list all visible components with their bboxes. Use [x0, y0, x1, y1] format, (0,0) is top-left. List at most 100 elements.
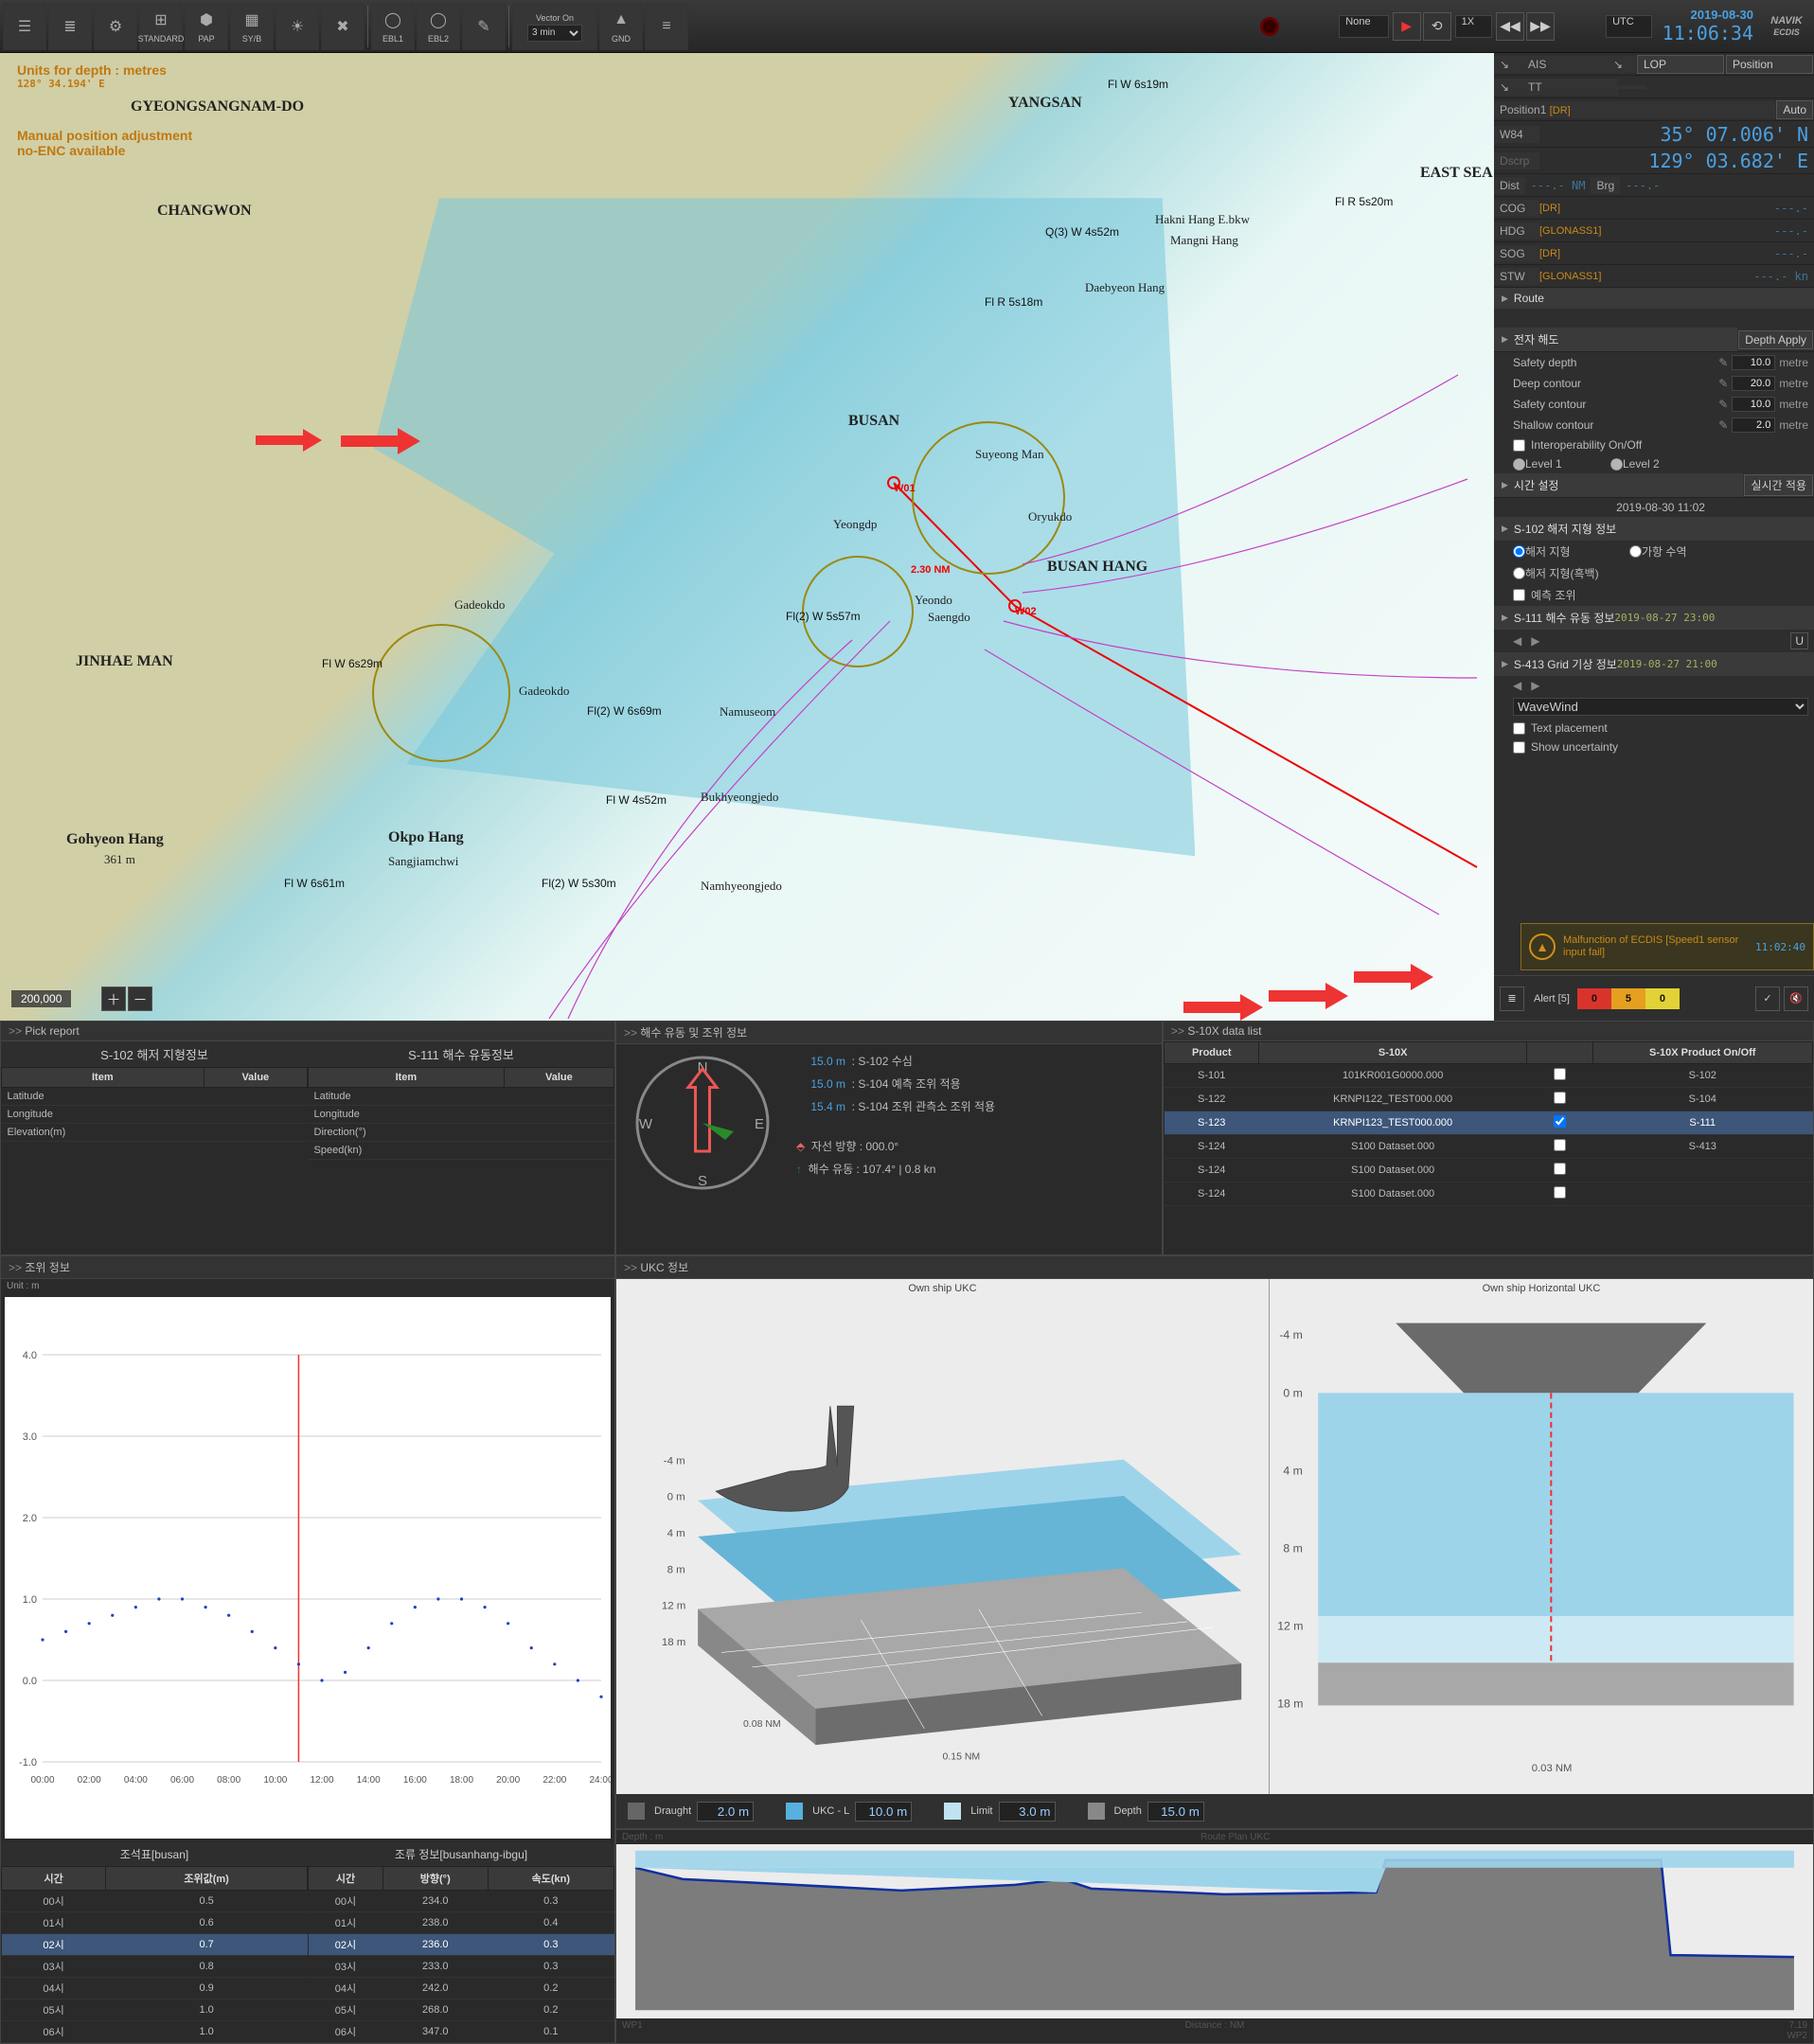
ukc-title: UKC 정보	[616, 1256, 1813, 1279]
uncertainty-checkbox[interactable]	[1513, 741, 1525, 754]
alarm-toast[interactable]: ▲ Malfunction of ECDIS [Speed1 sensor in…	[1521, 923, 1814, 970]
depth-apply-button[interactable]: Depth Apply	[1738, 330, 1813, 349]
list-icon: ≣	[63, 14, 76, 39]
gnd-button[interactable]: ▲GND	[599, 3, 643, 50]
depth-swatch	[1088, 1803, 1105, 1820]
time-text: 11:06:34	[1663, 22, 1753, 44]
s102-opt3[interactable]	[1513, 567, 1525, 579]
svg-text:00:00: 00:00	[30, 1775, 54, 1786]
tz-select[interactable]: UTC	[1606, 15, 1652, 38]
ukcl-input[interactable]	[855, 1802, 912, 1822]
next-button[interactable]: ▶▶	[1526, 12, 1555, 41]
limit-input[interactable]	[999, 1802, 1056, 1822]
svg-text:16:00: 16:00	[403, 1775, 427, 1786]
svg-text:18 m: 18 m	[1277, 1697, 1303, 1710]
realtime-button[interactable]: 실시간 적용	[1744, 474, 1813, 496]
echart-header[interactable]: 전자 해도	[1494, 328, 1737, 351]
shallow-water	[374, 198, 1196, 856]
tide-table-2: 시간방향(°)속도(kn)00시234.00.301시238.00.402시23…	[308, 1866, 614, 2043]
gear-icon: ⚙	[109, 14, 122, 39]
ais-label: AIS	[1522, 56, 1608, 73]
bottom-panels: Pick report S-102 해저 지형정보ItemValueLatitu…	[0, 1021, 1814, 2044]
svg-text:4.0: 4.0	[23, 1350, 37, 1361]
s102-header[interactable]: S-102 해저 지형 정보	[1494, 517, 1814, 541]
draught-input[interactable]	[697, 1802, 754, 1822]
draught-swatch	[628, 1803, 645, 1820]
pap-button[interactable]: ⬢PAP	[185, 3, 228, 50]
s111-u-button[interactable]: U	[1790, 632, 1808, 649]
svg-text:12 m: 12 m	[1277, 1619, 1303, 1632]
flow-title: 해수 유동 및 조위 정보	[616, 1022, 1162, 1044]
layers-button[interactable]: ≡	[645, 3, 688, 50]
loop-button[interactable]: ⟲	[1423, 12, 1451, 41]
svg-text:18:00: 18:00	[450, 1775, 473, 1786]
svg-text:10:00: 10:00	[263, 1775, 287, 1786]
alert-list-button[interactable]: ≣	[1500, 986, 1524, 1011]
prev-button[interactable]: ◀◀	[1496, 12, 1524, 41]
day-button[interactable]: ☀	[276, 3, 319, 50]
layers-icon: ≡	[662, 14, 670, 39]
s111-header[interactable]: S-111 해수 유동 정보2019-08-27 23:00	[1494, 606, 1814, 630]
ebl1-button[interactable]: ◯EBL1	[371, 3, 415, 50]
list-button[interactable]: ≣	[48, 3, 92, 50]
source-select[interactable]: None	[1339, 15, 1388, 38]
zoom-in-button[interactable]: ＋	[101, 986, 126, 1011]
s102-pred-checkbox[interactable]	[1513, 589, 1525, 601]
zoom-out-button[interactable]: －	[128, 986, 152, 1011]
pencil-icon: ✎	[477, 14, 489, 39]
svg-text:0 m: 0 m	[1283, 1386, 1303, 1399]
limit-swatch	[944, 1803, 961, 1820]
route-ukc-chart	[616, 1844, 1813, 2018]
pick-report-panel: Pick report S-102 해저 지형정보ItemValueLatitu…	[0, 1021, 615, 1255]
settings-button[interactable]: ⚙	[94, 3, 137, 50]
vector-duration-select[interactable]: 3 min	[527, 25, 582, 42]
textplace-checkbox[interactable]	[1513, 722, 1525, 735]
ebl2-icon: ◯	[430, 8, 447, 32]
chart-canvas[interactable]: Units for depth : metres 128° 34.194' E …	[0, 53, 1494, 1021]
sun-icon: ☀	[291, 14, 304, 39]
standard-button[interactable]: ⊞STANDARD	[139, 3, 183, 50]
tool-x-button[interactable]: ✖	[321, 3, 365, 50]
route-header[interactable]: Route	[1494, 288, 1814, 309]
s413-header[interactable]: S-413 Grid 기상 정보2019-08-27 21:00	[1494, 652, 1814, 676]
s10x-table: ProductS-10XS-10X Product On/OffS-101101…	[1164, 1041, 1813, 1206]
ukc-panel: UKC 정보 Own ship UKC -4 m 0 m 4 m 8 m 12 …	[615, 1255, 1814, 1829]
svg-text:12 m: 12 m	[662, 1601, 686, 1612]
ebl1-icon: ◯	[384, 8, 401, 32]
ebl2-button[interactable]: ◯EBL2	[417, 3, 460, 50]
pick-title: Pick report	[1, 1022, 614, 1041]
vector-on-control[interactable]: Vector On 3 min	[512, 3, 597, 50]
position-button[interactable]: Position	[1726, 55, 1813, 74]
tide-panel: 조위 정보 Unit : m -1.00.01.02.03.04.000:000…	[0, 1255, 615, 2044]
mute-button[interactable]: 🔇	[1784, 986, 1808, 1011]
svg-text:02:00: 02:00	[78, 1775, 101, 1786]
wavewind-select[interactable]: WaveWind	[1513, 698, 1808, 716]
record-icon[interactable]	[1260, 17, 1279, 36]
s102-opt1[interactable]	[1513, 545, 1525, 558]
play-button[interactable]: ▶	[1393, 12, 1421, 41]
speed-select[interactable]: 1X	[1455, 15, 1492, 38]
svg-text:18 m: 18 m	[662, 1637, 686, 1648]
svg-text:-1.0: -1.0	[19, 1757, 37, 1769]
interop-checkbox[interactable]	[1513, 439, 1525, 452]
svg-text:22:00: 22:00	[542, 1775, 566, 1786]
toast-message: Malfunction of ECDIS [Speed1 sensor inpu…	[1563, 934, 1755, 959]
clock: 2019-08-30 11:06:34	[1655, 8, 1761, 44]
menu-button[interactable]: ☰	[3, 3, 46, 50]
nav-panel: ↘AIS↘LOPPosition ↘TT Position1 [DR]Auto …	[1494, 53, 1814, 1021]
auto-button[interactable]: Auto	[1776, 100, 1813, 119]
ack-button[interactable]: ✓	[1755, 986, 1780, 1011]
depth-input[interactable]	[1147, 1802, 1204, 1822]
svg-text:4 m: 4 m	[1283, 1464, 1303, 1477]
svg-text:0.0: 0.0	[23, 1676, 37, 1687]
timeset-header[interactable]: 시간 설정	[1494, 473, 1743, 497]
lop-button[interactable]: LOP	[1637, 55, 1724, 74]
s102-opt2[interactable]	[1629, 545, 1642, 558]
syb-button[interactable]: ▦SY/B	[230, 3, 274, 50]
top-toolbar: ☰ ≣ ⚙ ⊞STANDARD ⬢PAP ▦SY/B ☀ ✖ ◯EBL1 ◯EB…	[0, 0, 1814, 53]
route-ukc-panel: Depth : mRoute Plan UKC WP1Distance : NM…	[615, 1829, 1814, 2044]
edit-button[interactable]: ✎	[462, 3, 506, 50]
svg-text:3.0: 3.0	[23, 1431, 37, 1443]
svg-text:14:00: 14:00	[357, 1775, 381, 1786]
flow-info-panel: 해수 유동 및 조위 정보 N S E W 15.0 m : S-102 수심 …	[615, 1021, 1163, 1255]
